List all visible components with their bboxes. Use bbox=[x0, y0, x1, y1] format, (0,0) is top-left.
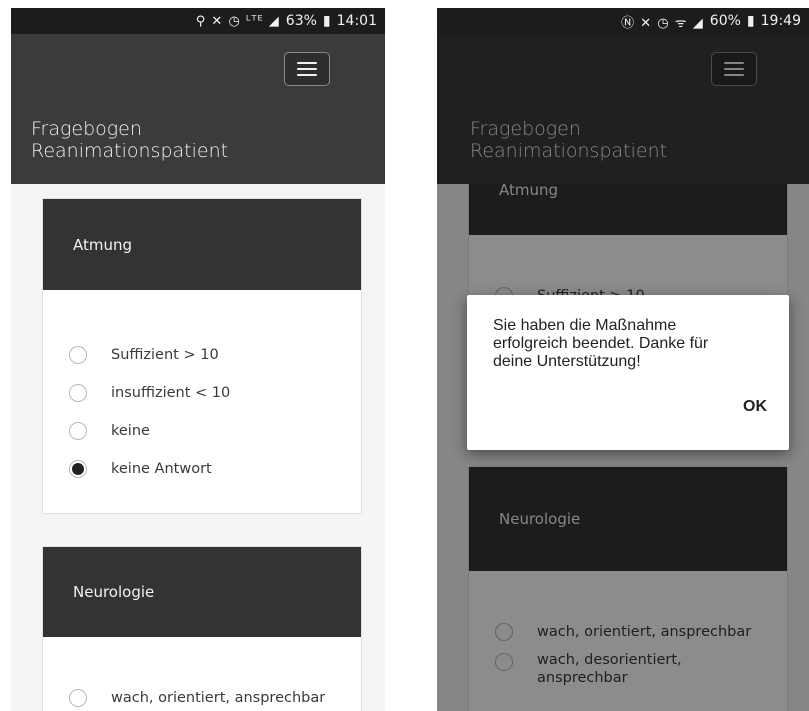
status-icons: ⚲ ✕ ◷ ᴸᵀᴱ ◢ bbox=[195, 13, 280, 29]
radio-group: Suffizient > 10 insuffizient < 10 keine … bbox=[43, 290, 361, 488]
radio-option[interactable]: Suffizient > 10 bbox=[69, 336, 361, 374]
radio-option[interactable]: wach, orientiert, ansprechbar bbox=[69, 679, 361, 711]
success-dialog: Sie haben die Maßnahme erfolgreich beend… bbox=[467, 295, 789, 450]
clock: 14:01 bbox=[336, 13, 377, 29]
radio-label: Suffizient > 10 bbox=[111, 347, 219, 363]
card-title: Neurologie bbox=[43, 547, 361, 637]
question-card-atmung: Atmung Suffizient > 10 insuffizient < 10… bbox=[42, 198, 362, 514]
radio-button[interactable] bbox=[69, 689, 87, 707]
menu-line bbox=[297, 74, 317, 76]
menu-line bbox=[297, 62, 317, 64]
hamburger-menu-button[interactable] bbox=[284, 52, 330, 86]
radio-option[interactable]: keine Antwort bbox=[69, 450, 361, 488]
clock: 19:49 bbox=[760, 13, 801, 29]
question-card-neurologie: Neurologie wach, orientiert, ansprechbar bbox=[42, 546, 362, 711]
app-bar: Fragebogen Reanimationspatient bbox=[11, 34, 385, 184]
page-title: Fragebogen Reanimationspatient bbox=[31, 118, 229, 162]
status-bar: Ⓝ ✕ ◷ ᯤ ◢ 60% ▮ 19:49 bbox=[437, 8, 809, 34]
ok-button[interactable]: OK bbox=[743, 398, 767, 416]
radio-label: keine bbox=[111, 423, 150, 439]
battery-icon: ▮ bbox=[322, 13, 331, 29]
dialog-message: Sie haben die Maßnahme erfolgreich beend… bbox=[493, 317, 709, 370]
radio-group: wach, orientiert, ansprechbar bbox=[43, 637, 361, 711]
radio-option[interactable]: insuffizient < 10 bbox=[69, 374, 361, 412]
battery-level: 60% bbox=[709, 13, 741, 29]
radio-button-selected[interactable] bbox=[69, 460, 87, 478]
phone-screen-right: Atmung Suffizient > 10 Neurologie wach, … bbox=[437, 8, 809, 711]
radio-label: keine Antwort bbox=[111, 461, 212, 477]
card-title: Atmung bbox=[43, 199, 361, 290]
radio-label: wach, orientiert, ansprechbar bbox=[111, 690, 326, 706]
battery-icon: ▮ bbox=[746, 13, 755, 29]
radio-option[interactable]: keine bbox=[69, 412, 361, 450]
radio-button[interactable] bbox=[69, 422, 87, 440]
phone-screen-left: ⚲ ✕ ◷ ᴸᵀᴱ ◢ 63% ▮ 14:01 Fragebogen Reani… bbox=[11, 8, 385, 711]
radio-button[interactable] bbox=[69, 384, 87, 402]
battery-level: 63% bbox=[285, 13, 317, 29]
radio-button[interactable] bbox=[69, 346, 87, 364]
menu-line bbox=[297, 68, 317, 70]
radio-label: insuffizient < 10 bbox=[111, 385, 231, 401]
status-icons: Ⓝ ✕ ◷ ᯤ ◢ bbox=[621, 15, 704, 31]
status-bar: ⚲ ✕ ◷ ᴸᵀᴱ ◢ 63% ▮ 14:01 bbox=[11, 8, 385, 34]
